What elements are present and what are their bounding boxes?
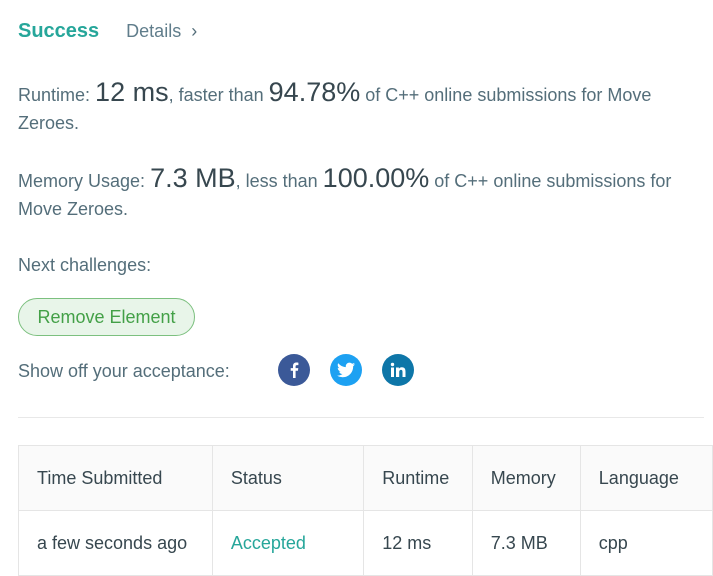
details-label: Details — [126, 21, 182, 41]
linkedin-share-button[interactable] — [382, 354, 414, 386]
submissions-table: Time Submitted Status Runtime Memory Lan… — [18, 445, 713, 576]
table-header-row: Time Submitted Status Runtime Memory Lan… — [18, 445, 713, 511]
memory-stat: Memory Usage: 7.3 MB, less than 100.00% … — [18, 164, 708, 223]
cell-language: cpp — [579, 510, 713, 576]
cell-time-submitted: a few seconds ago — [18, 510, 213, 576]
next-challenges-label: Next challenges: — [18, 255, 152, 275]
cell-runtime: 12 ms — [363, 510, 473, 576]
column-header-runtime: Runtime — [363, 445, 473, 511]
divider — [18, 417, 704, 418]
result-status: Success — [18, 20, 100, 42]
details-link[interactable]: Details › — [126, 21, 197, 42]
chevron-right-icon: › — [191, 21, 198, 41]
table-row: a few seconds ago Accepted 12 ms 7.3 MB … — [18, 510, 713, 576]
runtime-label: Runtime: — [18, 85, 91, 105]
memory-percent: 100.00% — [322, 163, 430, 193]
facebook-share-button[interactable] — [278, 354, 310, 386]
twitter-share-button[interactable] — [330, 354, 362, 386]
memory-comparison: , less than — [235, 171, 318, 191]
linkedin-icon — [390, 362, 406, 377]
column-header-language: Language — [579, 445, 713, 511]
result-header: Success Details › — [18, 20, 197, 43]
column-header-time-submitted: Time Submitted — [18, 445, 213, 511]
runtime-stat: Runtime: 12 ms, faster than 94.78% of C+… — [18, 78, 708, 137]
column-header-memory: Memory — [471, 445, 581, 511]
challenge-button-remove-element[interactable]: Remove Element — [18, 298, 195, 336]
column-header-status: Status — [211, 445, 365, 511]
runtime-value: 12 ms — [95, 77, 169, 107]
facebook-icon — [290, 362, 299, 378]
runtime-comparison: , faster than — [168, 85, 264, 105]
twitter-icon — [337, 362, 355, 378]
memory-label: Memory Usage: — [18, 171, 146, 191]
cell-memory: 7.3 MB — [471, 510, 581, 576]
share-label: Show off your acceptance: — [18, 361, 230, 381]
memory-value: 7.3 MB — [150, 163, 236, 193]
runtime-percent: 94.78% — [268, 77, 361, 107]
cell-status-accepted-link[interactable]: Accepted — [211, 510, 365, 576]
